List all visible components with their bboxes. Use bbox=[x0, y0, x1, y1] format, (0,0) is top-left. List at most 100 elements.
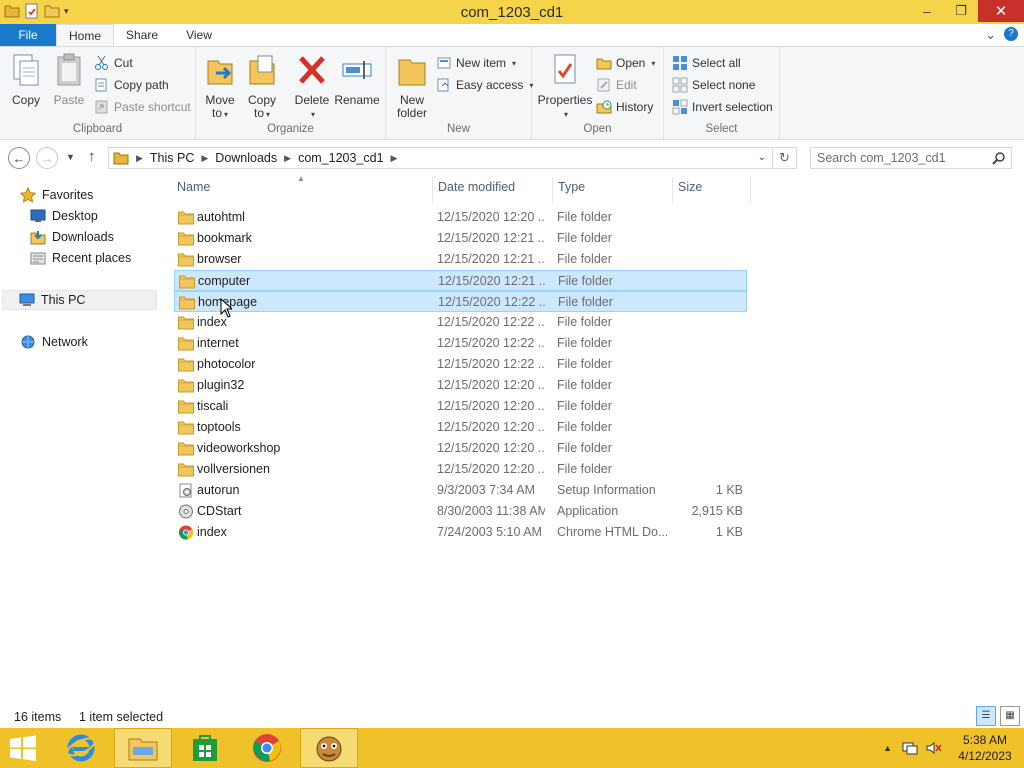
file-row[interactable]: toptools 12/15/2020 12:20 ... File folder bbox=[174, 417, 747, 438]
file-row[interactable]: videoworkshop 12/15/2020 12:20 ... File fo… bbox=[174, 438, 747, 459]
file-row[interactable]: plugin32 12/15/2020 12:20 ... File folder bbox=[174, 375, 747, 396]
nav-network[interactable]: Network bbox=[20, 332, 88, 352]
breadcrumb-downloads[interactable]: Downloads ▶ bbox=[215, 151, 298, 165]
select-none-icon bbox=[672, 77, 688, 93]
tab-home[interactable]: Home bbox=[56, 24, 114, 48]
file-date-modified: 12/15/2020 12:20 ... bbox=[437, 210, 545, 224]
file-row[interactable]: homepage 12/15/2020 12:22 ... File folder bbox=[174, 291, 747, 312]
forward-button[interactable]: → bbox=[36, 147, 58, 169]
file-name: computer bbox=[198, 274, 251, 288]
file-row[interactable]: CDStart 8/30/2003 11:38 AM Application 2,91… bbox=[174, 501, 747, 522]
store-icon bbox=[193, 735, 217, 761]
back-button[interactable]: ← bbox=[8, 147, 30, 169]
column-divider[interactable] bbox=[672, 177, 673, 203]
column-header-date[interactable]: Date modified bbox=[438, 180, 515, 194]
nav-downloads[interactable]: Downloads bbox=[30, 227, 114, 247]
nav-desktop[interactable]: Desktop bbox=[30, 206, 98, 226]
move-to-button[interactable]: Move to ▾ bbox=[202, 53, 238, 121]
network-tray-icon[interactable] bbox=[902, 740, 918, 756]
navigation-pane: Favorites Desktop Downloads Recent place… bbox=[0, 175, 160, 705]
file-row[interactable]: autorun 9/3/2003 7:34 AM Setup Information… bbox=[174, 480, 747, 501]
clipboard-group: Copy Paste Cut Copy path Paste shortcut … bbox=[0, 47, 196, 139]
large-icons-view-button[interactable]: ▦ bbox=[1000, 706, 1020, 726]
file-row[interactable]: photocolor 12/15/2020 12:22 ... File folde… bbox=[174, 354, 747, 375]
new-item-button[interactable]: New item ▾ bbox=[436, 55, 516, 71]
nav-this-pc[interactable]: This PC bbox=[2, 290, 157, 310]
tab-view[interactable]: View bbox=[176, 24, 222, 47]
column-divider[interactable] bbox=[552, 177, 553, 203]
select-group: Select all Select none Invert selection … bbox=[664, 47, 780, 139]
cut-button[interactable]: Cut bbox=[94, 55, 133, 71]
file-row[interactable]: index 12/15/2020 12:22 ... File folder bbox=[174, 312, 747, 333]
file-date-modified: 12/15/2020 12:20 ... bbox=[437, 441, 545, 455]
history-button[interactable]: History bbox=[596, 99, 653, 115]
volume-muted-icon[interactable] bbox=[926, 740, 942, 756]
column-header-name[interactable]: Name bbox=[177, 180, 210, 194]
select-none-button[interactable]: Select none bbox=[672, 77, 755, 93]
copy-path-button[interactable]: Copy path bbox=[94, 77, 169, 93]
file-row[interactable]: bookmark 12/15/2020 12:21 ... File folder bbox=[174, 228, 747, 249]
easy-access-button[interactable]: Easy access ▾ bbox=[436, 77, 533, 93]
nav-recent-places[interactable]: Recent places bbox=[30, 248, 131, 268]
properties-button[interactable]: Properties ▾ bbox=[536, 53, 594, 121]
minimize-button[interactable]: – bbox=[910, 0, 944, 22]
nav-favorites[interactable]: Favorites bbox=[20, 185, 93, 205]
recent-locations-chevron-icon[interactable]: ▼ bbox=[66, 152, 75, 162]
file-row[interactable]: computer 12/15/2020 12:21 ... File folder bbox=[174, 270, 747, 291]
open-button[interactable]: Open ▾ bbox=[596, 55, 655, 71]
address-dropdown-chevron-icon[interactable]: ⌄ bbox=[758, 152, 766, 163]
file-type: File folder bbox=[557, 252, 612, 266]
edit-button[interactable]: Edit bbox=[596, 77, 637, 93]
file-row[interactable]: browser 12/15/2020 12:21 ... File folder bbox=[174, 249, 747, 270]
breadcrumb-current-folder[interactable]: com_1203_cd1 ▶ bbox=[298, 151, 404, 165]
start-button[interactable] bbox=[6, 734, 40, 762]
tab-share[interactable]: Share bbox=[118, 24, 166, 47]
new-folder-button[interactable]: New folder bbox=[392, 53, 432, 120]
file-row[interactable]: index 7/24/2003 5:10 AM Chrome HTML Do... 1… bbox=[174, 522, 747, 543]
help-icon[interactable]: ? bbox=[1004, 27, 1018, 41]
clock[interactable]: 5:38 AM 4/12/2023 bbox=[954, 732, 1016, 764]
paste-shortcut-button[interactable]: Paste shortcut bbox=[94, 99, 191, 115]
copy-to-button[interactable]: Copy to ▾ bbox=[244, 53, 280, 121]
taskbar-internet-explorer[interactable] bbox=[52, 728, 110, 768]
column-header-type[interactable]: Type bbox=[558, 180, 585, 194]
close-button[interactable]: ✕ bbox=[978, 0, 1024, 22]
easy-access-icon bbox=[437, 78, 449, 92]
column-header-size[interactable]: Size bbox=[678, 180, 702, 194]
file-name: bookmark bbox=[197, 231, 252, 245]
tab-file[interactable]: File bbox=[0, 24, 56, 47]
invert-selection-button[interactable]: Invert selection bbox=[672, 99, 773, 115]
file-row[interactable]: vollversionen 12/15/2020 12:20 ... File fo… bbox=[174, 459, 747, 480]
folder-icon bbox=[179, 275, 195, 289]
file-type: File folder bbox=[557, 357, 612, 371]
copy-button[interactable]: Copy bbox=[6, 53, 46, 107]
paste-button[interactable]: Paste bbox=[50, 53, 88, 107]
show-hidden-icons-icon[interactable]: ▲ bbox=[883, 743, 892, 753]
file-date-modified: 12/15/2020 12:21 ... bbox=[437, 231, 545, 245]
chevron-down-icon[interactable]: ⌄ bbox=[985, 27, 996, 43]
delete-button[interactable]: Delete ▾ bbox=[292, 53, 332, 121]
taskbar-store[interactable] bbox=[176, 728, 234, 768]
up-arrow-icon[interactable]: ↑ bbox=[88, 148, 96, 165]
file-row[interactable]: internet 12/15/2020 12:22 ... File folder bbox=[174, 333, 747, 354]
column-divider[interactable] bbox=[750, 177, 751, 203]
select-all-button[interactable]: Select all bbox=[672, 55, 741, 71]
address-bar[interactable]: ▶ This PC ▶ Downloads ▶ com_1203_cd1 ▶ ⌄ bbox=[108, 147, 773, 169]
maximize-button[interactable]: ❐ bbox=[944, 0, 978, 22]
file-row[interactable]: tiscali 12/15/2020 12:20 ... File folder bbox=[174, 396, 747, 417]
file-name: videoworkshop bbox=[197, 441, 281, 455]
file-row[interactable]: autohtml 12/15/2020 12:20 ... File folder bbox=[174, 207, 747, 228]
column-divider[interactable] bbox=[432, 177, 433, 203]
file-name: vollversionen bbox=[197, 462, 270, 476]
taskbar-file-explorer[interactable] bbox=[114, 728, 172, 768]
copy-icon bbox=[13, 54, 39, 86]
rename-button[interactable]: Rename bbox=[334, 53, 380, 107]
file-name: CDStart bbox=[197, 504, 242, 518]
taskbar-cdstart-app[interactable] bbox=[300, 728, 358, 768]
file-date-modified: 12/15/2020 12:21 ... bbox=[437, 252, 545, 266]
taskbar-chrome[interactable] bbox=[238, 728, 296, 768]
details-view-button[interactable]: ☰ bbox=[976, 706, 996, 726]
search-input[interactable]: Search com_1203_cd1 bbox=[810, 147, 1012, 169]
refresh-button[interactable]: ↻ bbox=[773, 147, 797, 169]
breadcrumb-this-pc[interactable]: This PC ▶ bbox=[150, 151, 215, 165]
